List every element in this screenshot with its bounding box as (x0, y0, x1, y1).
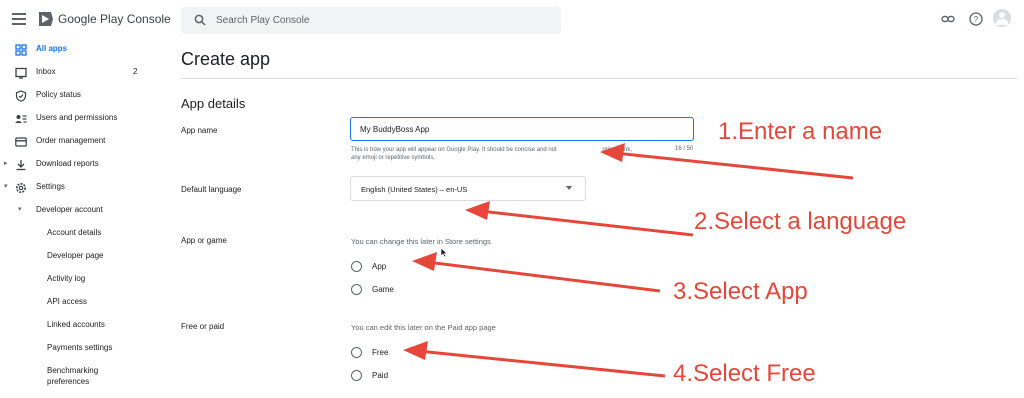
download-icon (16, 160, 26, 171)
annotation-arrow-2 (479, 209, 694, 237)
play-console-logo (39, 12, 53, 26)
annotation-arrowhead-2 (465, 201, 490, 220)
default-language-select[interactable]: English (United States) – en-US (350, 176, 586, 201)
annotation-step-2: 2.Select a language (694, 208, 907, 235)
helper-line: price, rank, (602, 147, 633, 153)
card-icon (15, 137, 27, 147)
radio-free[interactable] (351, 347, 362, 358)
sidebar-item-label: Policy status (36, 90, 81, 99)
menu-icon[interactable] (12, 13, 26, 25)
link-icon[interactable] (941, 12, 955, 26)
sidebar-item-label: Activity log (47, 274, 86, 283)
svg-text:?: ? (974, 15, 979, 24)
collapse-arrow-icon[interactable]: ▾ (4, 182, 8, 190)
helper-line: This is how your app will appear on Goog… (351, 147, 557, 153)
annotation-step-1: 1.Enter a name (718, 118, 883, 145)
grid-icon (15, 44, 27, 56)
chevron-down-icon (566, 186, 572, 190)
collapse-arrow-icon[interactable]: ▾ (18, 205, 22, 213)
sidebar-item-label: Account details (47, 228, 102, 237)
helper-line: any emoji or repetitive symbols. (351, 155, 436, 161)
free-or-paid-hint: You can edit this later on the Paid app … (351, 323, 496, 332)
free-or-paid-label: Free or paid (181, 322, 225, 331)
app-or-game-hint: You can change this later in Store setti… (351, 237, 491, 246)
default-language-label: Default language (181, 185, 242, 194)
sidebar-item-label: Developer page (47, 251, 104, 260)
radio-app[interactable] (351, 261, 362, 272)
radio-paid[interactable] (351, 370, 362, 381)
sidebar-item-label: Linked accounts (47, 320, 105, 329)
sidebar-item-label: Developer account (36, 205, 103, 214)
search-input[interactable]: Search Play Console (216, 15, 309, 26)
brand-name[interactable]: Google Play Console (58, 12, 171, 26)
search-bar[interactable]: Search Play Console (181, 7, 561, 34)
annotation-arrow-3 (426, 260, 661, 293)
app-name-label: App name (181, 126, 218, 135)
app-name-value: My BuddyBoss App (360, 125, 430, 134)
sidebar-item-label: API access (47, 297, 88, 306)
account-avatar-icon[interactable] (993, 9, 1011, 27)
section-title: App details (181, 96, 246, 111)
sidebar-item-label: All apps (36, 44, 68, 53)
default-language-value: English (United States) – en-US (361, 185, 468, 194)
annotation-arrowhead-3 (412, 252, 437, 271)
mouse-cursor-icon (440, 247, 448, 258)
annotation-arrow-4 (417, 349, 666, 378)
inbox-count-badge: 2 (133, 67, 138, 76)
expand-arrow-icon[interactable]: ▸ (4, 159, 8, 167)
sidebar-item-label: Payments settings (47, 343, 113, 352)
shield-icon (15, 90, 27, 102)
search-icon (194, 14, 206, 26)
users-icon (15, 115, 27, 123)
annotation-step-3: 3.Select App (673, 278, 808, 305)
sidebar-item-label: Inbox (36, 67, 56, 76)
app-or-game-label: App or game (181, 236, 227, 245)
radio-game-label[interactable]: Game (372, 285, 394, 294)
gear-icon (16, 183, 26, 193)
help-icon[interactable]: ? (969, 12, 983, 26)
sidebar-item-label: Users and permissions (36, 113, 118, 122)
annotation-step-4: 4.Select Free (673, 360, 816, 387)
sidebar-item-label: Download reports (36, 159, 99, 168)
inbox-icon (15, 67, 27, 79)
radio-game[interactable] (351, 284, 362, 295)
radio-free-label[interactable]: Free (372, 348, 388, 357)
radio-paid-label[interactable]: Paid (372, 371, 388, 380)
sidebar-item-label: Benchmarking (47, 366, 99, 375)
page-title: Create app (181, 49, 271, 69)
app-name-helper-text: This is how your app will appear on Goog… (351, 146, 669, 162)
sidebar-item-label: Settings (36, 182, 65, 191)
sidebar-item-label: preferences (47, 377, 90, 386)
annotation-arrowhead-4 (403, 341, 428, 360)
app-name-input[interactable]: My BuddyBoss App (350, 117, 694, 141)
divider (181, 78, 1017, 79)
char-counter: 16 / 50 (675, 146, 694, 152)
sidebar-item-label: Order management (36, 136, 106, 145)
radio-app-label[interactable]: App (372, 262, 386, 271)
